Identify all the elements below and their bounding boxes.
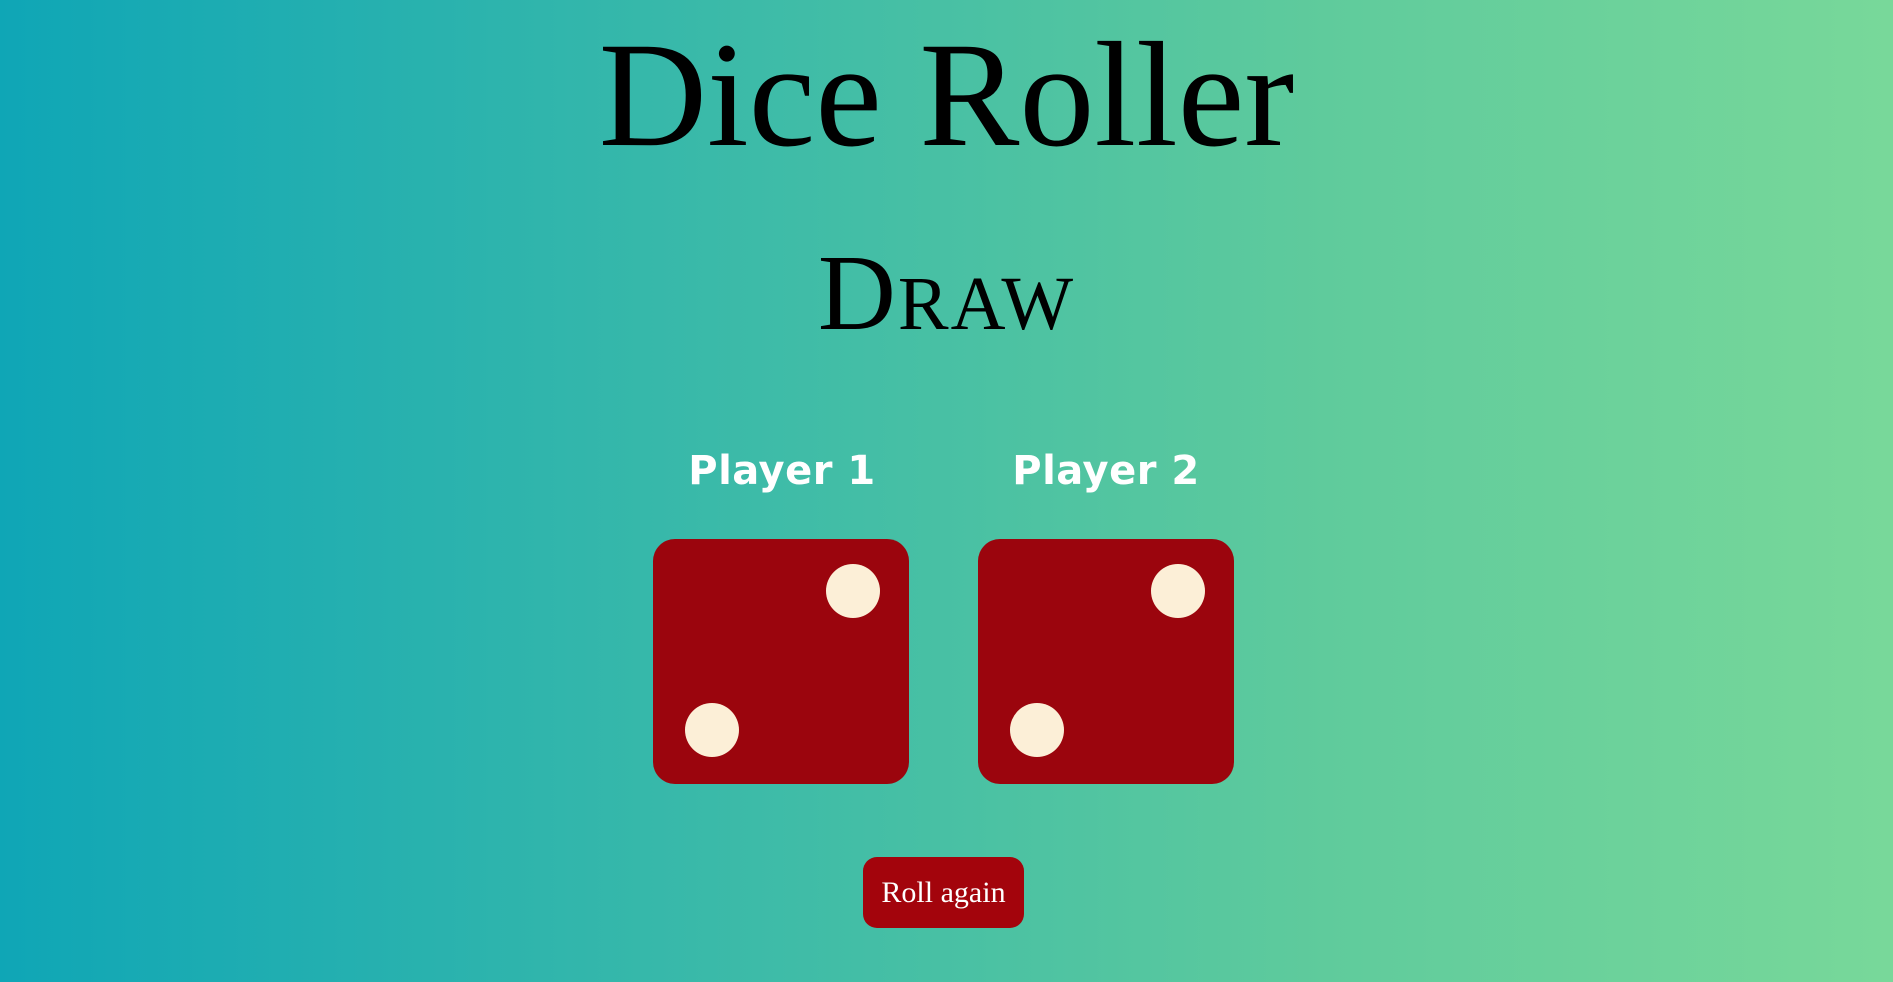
die-pip [1151,564,1205,618]
die-pip [1010,703,1064,757]
player-2-die-icon [978,539,1234,784]
player-2-label: Player 2 [1012,448,1200,494]
die-pip [826,564,880,618]
page-title: Dice Roller [598,12,1295,178]
player-1-label: Player 1 [688,448,876,494]
result-text: Draw [817,234,1076,353]
player-1-die-icon [653,539,909,784]
roll-again-button[interactable]: Roll again [863,857,1024,928]
die-pip [685,703,739,757]
